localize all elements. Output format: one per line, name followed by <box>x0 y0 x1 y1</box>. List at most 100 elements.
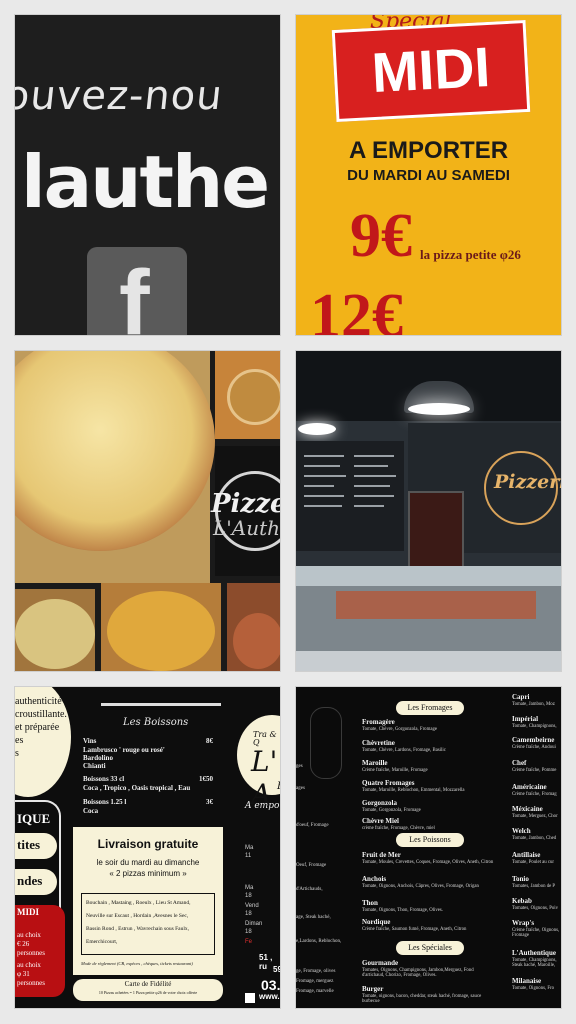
pizza-name: L'Authentique <box>512 949 556 957</box>
hours-line: Vend <box>245 903 259 909</box>
left-fragment: ge, Fromage, olives <box>296 969 336 974</box>
phone-number: 03.27 <box>261 977 281 993</box>
price-small: 9€ <box>350 202 412 270</box>
pizza-image-small <box>227 369 280 425</box>
pizza-desc: Tomate, Jambon, Ched <box>512 836 557 841</box>
intro-line: es <box>15 735 24 746</box>
town-line: Neuville sur Escaut , Hordain ,Avesnes l… <box>86 913 189 919</box>
red-line: € 26 <box>17 940 30 948</box>
drink-price: 1€50 <box>199 775 213 783</box>
pizza-desc: Tomate, Moules, Crevettes, Coques, Froma… <box>362 860 494 865</box>
pizza-name: Chef <box>512 759 527 767</box>
town-line: Bouchain , Mastaing , Roeulx , Lieu St A… <box>86 900 191 906</box>
facebook-icon <box>245 993 255 1003</box>
pizza-desc: Tomates, Oignons, Poiv <box>512 906 559 911</box>
intro-line: s <box>15 748 19 759</box>
boissons-heading: Les Boissons <box>123 717 189 728</box>
towns-box: Bouchain , Mastaing , Roeulx , Lieu St A… <box>81 893 215 955</box>
lamp-light-left <box>298 423 336 435</box>
delivery-box: Livraison gratuite le soir du mardi au d… <box>73 827 223 975</box>
menu-flyer-front: authenticité croustillante. et préparée … <box>14 686 281 1009</box>
pizza-name: Antillaise <box>512 851 541 859</box>
restaurant-interior-photo: Pizzeria <box>295 350 562 672</box>
delivery-days: le soir du mardi au dimanche <box>96 858 200 867</box>
floor <box>296 651 561 671</box>
pizza-name: Wrap's <box>512 919 535 927</box>
pizza-desc: crème fraîche, Fromage, Chèvre, miel <box>362 826 435 831</box>
pizza-desc: Crème fraîche, Pomme <box>512 768 557 773</box>
sign-text-line1: ouvez-nou <box>14 73 226 119</box>
facebook-icon: f <box>87 247 187 335</box>
drink-row: Vins 8€ <box>83 737 213 745</box>
pizza-desc: Tomate, Maroille, Reblochon, Emmental, M… <box>362 788 465 793</box>
drink-name: Coca , Tropico , Oasis tropical , Eau <box>83 784 191 792</box>
intro-text: authenticité croustillante. et préparée … <box>15 695 67 760</box>
size-pill-label: ndes <box>17 873 43 888</box>
pizza-name: Kebab <box>512 897 532 905</box>
pizza-collage-photo: Pizze L'Authe <box>14 350 281 672</box>
drink-name: Boissons 1.25 l <box>83 798 127 806</box>
emporter-heading: A EMPORTER <box>348 137 509 164</box>
pizza-image-3 <box>107 591 215 671</box>
delivery-subtext: le soir du mardi au dimanche « 2 pizzas … <box>75 857 221 879</box>
pizza-image-4 <box>233 613 280 669</box>
price-small-label: la pizza petite φ26 <box>420 247 521 262</box>
pizza-desc: Crème fraîche, Fromag <box>512 792 557 797</box>
pizza-desc: Tomate, Chèvre, Lardons, Fromage, Basili… <box>362 748 446 753</box>
drink-price: 8€ <box>206 737 213 745</box>
pizza-name: Chèvretine <box>362 739 395 747</box>
town-line: Emerchicourt, <box>86 939 118 945</box>
midi-text: MIDI <box>370 34 492 105</box>
drink-row: Coca <box>83 807 213 815</box>
pizza-name: Gorgonzola <box>362 799 397 807</box>
pizza-name: Nordique <box>362 918 391 926</box>
pizza-desc: Tomate, Champignons, Steak haché, Maroil… <box>512 958 557 968</box>
pizza-name: Impérial <box>512 715 539 723</box>
pizza-desc: Tomate, oignons, bacon, cheddar, steak h… <box>362 994 482 1004</box>
pizza-desc: Tomate, Champignons, <box>512 724 557 729</box>
pizza-name: Chèvre Miel <box>362 817 399 825</box>
topping-trays <box>336 591 536 619</box>
sign-text-line2: lauthe <box>21 140 270 224</box>
drink-name: Lambrusco ' rouge ou rosé' <box>83 746 165 754</box>
intro-line: croustillante. <box>15 709 67 720</box>
pizza-desc: Tomates, Oignons, Champignons, Jambon,Me… <box>362 968 474 978</box>
left-fragment: Oeuf, Fromage <box>296 863 327 868</box>
midi-red-box: MIDI au choix € 26 personnes au choix φ … <box>15 905 65 997</box>
size-pill-label: tites <box>17 837 41 852</box>
left-fragment: d'oeuf, Fromage <box>296 823 329 828</box>
pizza-desc: Tomate, Oignons, Thon, Fromage, Olives. <box>362 908 443 913</box>
pizza-desc: Tomate, Oignons, Anchois, Câpres, Olives… <box>362 884 479 889</box>
loyalty-subtext: 10 Pizzas achetées = 1 Pizza petite φ26 … <box>98 990 198 995</box>
red-line: φ 31 <box>17 970 30 978</box>
pizza-desc: Crème fraîche, Maroille, Fromage <box>362 768 428 773</box>
pizza-name: Camembeirne <box>512 736 555 744</box>
menu-flyer-inside: ges ages d'oeuf, Fromage Oeuf, Fromage d… <box>295 686 562 1009</box>
counter-glass <box>296 566 561 586</box>
sizes-heading: IQUE <box>17 811 51 826</box>
pizza-desc: Tomate, Jambon, Moz <box>512 702 555 707</box>
pizzeria-logo-subtext: L'Authe <box>213 516 281 540</box>
left-fragment: Fromage, merguez <box>296 979 334 984</box>
hours-line: 18 <box>245 893 252 899</box>
loyalty-card-banner: Carte de Fidélité 10 Pizzas achetées = 1… <box>73 979 223 1001</box>
pizza-name: Milanaise <box>512 977 542 985</box>
section-title: Les Poissons <box>409 835 451 844</box>
pizza-desc: Crème fraîche, Oignons, Fromage <box>512 928 560 938</box>
drink-row: Bardolino <box>83 754 213 762</box>
drink-row: Boissons 33 cl 1€50 <box>83 775 213 783</box>
pizza-name: Américaine <box>512 783 547 791</box>
pizza-name: Fromagère <box>362 718 395 726</box>
pizza-name: Gourmande <box>362 959 399 967</box>
section-header-speciales: Les Spéciales <box>396 941 464 955</box>
pizza-name: Maroille <box>362 759 388 767</box>
ornament <box>310 707 342 779</box>
payment-modes: Mode de règlement (CB, espèces , chèques… <box>81 961 193 966</box>
hours-line: Ma <box>245 885 254 891</box>
section-header-fromages: Les Fromages <box>396 701 464 715</box>
hours-line: 11 <box>245 853 252 859</box>
pizza-name: Burger <box>362 985 384 993</box>
section-title: Les Fromages <box>407 703 453 712</box>
hours-line: Diman <box>245 921 263 927</box>
pizza-name: Capri <box>512 693 530 701</box>
